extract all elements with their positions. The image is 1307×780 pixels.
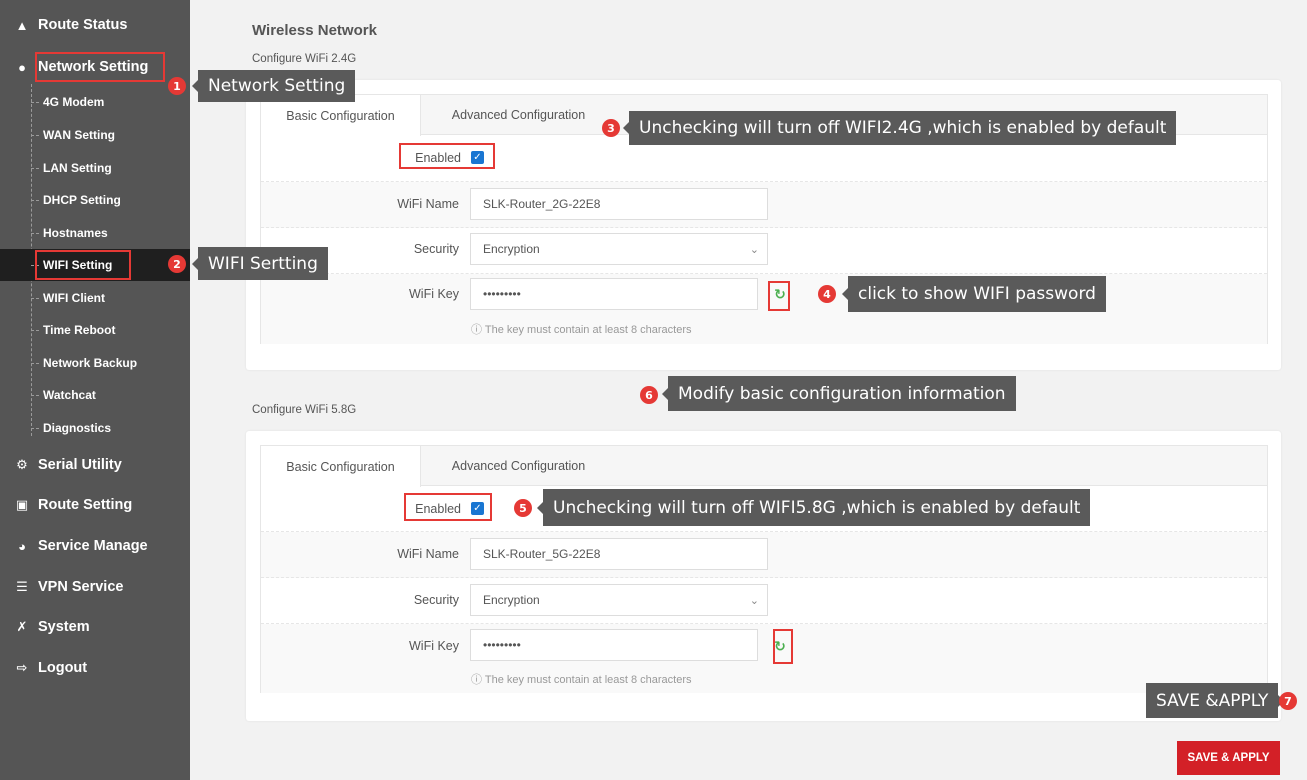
sidebar-item-dhcp-setting[interactable]: DHCP Setting (0, 184, 190, 216)
annotation-callout-2: WIFI Sertting (192, 247, 328, 280)
sidebar-item-hostnames[interactable]: Hostnames (0, 217, 190, 249)
highlight-show-key-wifi24 (768, 281, 790, 311)
sign-out-icon: ⇨ (16, 660, 28, 675)
annotation-callout-5: Unchecking will turn off WIFI5.8G ,which… (536, 489, 1091, 526)
tab-advanced-configuration[interactable]: Advanced Configuration (431, 95, 606, 135)
security-label: Security (413, 242, 459, 256)
section-label-wifi24: Configure WiFi 2.4G (252, 53, 357, 65)
sidebar-item-wifi-client[interactable]: WIFI Client (0, 282, 190, 314)
list-icon: ☰ (16, 579, 28, 594)
tools-icon: ✗ (16, 619, 28, 634)
security-select[interactable]: Encryption ⌄ (470, 233, 768, 265)
annotation-callout-7: SAVE &APPLY (1146, 683, 1285, 718)
wifi-key-input[interactable]: ••••••••• (470, 278, 758, 310)
wifi-key-hint-58: ⓘ The key must contain at least 8 charac… (471, 674, 692, 686)
nav-route-status[interactable]: ▲ Route Status (0, 5, 190, 45)
row-wifi-name-58: WiFi Name SLK-Router_5G-22E8 (261, 532, 1267, 578)
highlight-enabled-wifi24 (399, 143, 495, 169)
calendar-icon: ▣ (15, 497, 29, 512)
home-icon: ▲ (15, 17, 29, 33)
nav-route-status-label: Route Status (38, 17, 128, 33)
annotation-badge-3: 3 (602, 119, 620, 137)
nav-system[interactable]: ✗ System (0, 607, 190, 647)
chevron-down-icon: ⌄ (749, 595, 759, 607)
security-label-58: Security (413, 593, 459, 607)
annotation-badge-7: 7 (1279, 692, 1297, 710)
wifi-key-label: WiFi Key (409, 287, 459, 301)
nav-serial-utility[interactable]: ⚙ Serial Utility (0, 445, 190, 485)
security-select-58[interactable]: Encryption ⌄ (470, 584, 768, 616)
section-label-wifi58: Configure WiFi 5.8G (252, 404, 357, 416)
row-wifi-name: WiFi Name SLK-Router_2G-22E8 (261, 182, 1267, 228)
tab-advanced-configuration-58[interactable]: Advanced Configuration (431, 446, 606, 486)
annotation-callout-1: Network Setting (191, 70, 356, 102)
cogs-icon: ⚙ (16, 457, 28, 472)
annotation-badge-4: 4 (818, 285, 836, 303)
dashboard-icon: ◕ (18, 538, 26, 554)
wifi-key-label-58: WiFi Key (409, 639, 459, 653)
wifi-name-label-58: WiFi Name (397, 547, 459, 561)
wifi-name-input[interactable]: SLK-Router_2G-22E8 (470, 188, 768, 220)
highlight-show-key-wifi58 (773, 629, 793, 664)
highlight-enabled-wifi58 (404, 493, 492, 521)
tabs-wifi58: Basic Configuration Advanced Configurati… (261, 446, 1267, 487)
wifi-name-input-58[interactable]: SLK-Router_5G-22E8 (470, 538, 768, 570)
sidebar: ▲ Route Status ● Network Setting 4G Mode… (0, 0, 190, 780)
nav-logout[interactable]: ⇨ Logout (0, 648, 190, 688)
nav-vpn-service[interactable]: ☰ VPN Service (0, 567, 190, 607)
page-title: Wireless Network (252, 22, 377, 39)
panel-wifi58: Basic Configuration Advanced Configurati… (260, 445, 1268, 693)
annotation-badge-6: 6 (640, 386, 658, 404)
sidebar-item-lan-setting[interactable]: LAN Setting (0, 152, 190, 184)
row-security-58: Security Encryption ⌄ (261, 578, 1267, 624)
nav-route-setting[interactable]: ▣ Route Setting (0, 485, 190, 525)
annotation-callout-4: click to show WIFI password (842, 276, 1106, 312)
tab-basic-configuration-58[interactable]: Basic Configuration (261, 446, 421, 487)
annotation-badge-5: 5 (514, 499, 532, 517)
row-security: Security Encryption ⌄ (261, 228, 1267, 274)
annotation-callout-3: Unchecking will turn off WIFI2.4G ,which… (622, 111, 1177, 145)
wifi-key-hint: ⓘ The key must contain at least 8 charac… (471, 324, 692, 336)
annotation-callout-6: Modify basic configuration information (662, 376, 1016, 411)
sidebar-item-network-backup[interactable]: Network Backup (0, 347, 190, 379)
sidebar-item-watchcat[interactable]: Watchcat (0, 379, 190, 411)
globe-icon: ● (18, 59, 26, 75)
wifi-name-label: WiFi Name (397, 197, 459, 211)
annotation-badge-1: 1 (168, 77, 186, 95)
chevron-down-icon: ⌄ (749, 244, 759, 256)
row-wifi-key: WiFi Key ••••••••• ↻ ⓘ The key must cont… (261, 274, 1267, 344)
highlight-wifi-setting (35, 250, 131, 280)
wifi-key-input-58[interactable]: ••••••••• (470, 629, 758, 661)
security-select-value: Encryption (483, 242, 540, 256)
sidebar-item-4g-modem[interactable]: 4G Modem (0, 86, 190, 118)
annotation-badge-2: 2 (168, 255, 186, 273)
save-apply-button[interactable]: SAVE & APPLY (1177, 741, 1280, 775)
security-select-value-58: Encryption (483, 593, 540, 607)
sidebar-item-wan-setting[interactable]: WAN Setting (0, 119, 190, 151)
sidebar-item-diagnostics[interactable]: Diagnostics (0, 412, 190, 444)
nav-service-manage[interactable]: ◕ Service Manage (0, 526, 190, 566)
row-wifi-key-58: WiFi Key ••••••••• ↻ ⓘ The key must cont… (261, 624, 1267, 693)
highlight-network-setting (35, 52, 165, 82)
sidebar-item-time-reboot[interactable]: Time Reboot (0, 314, 190, 346)
